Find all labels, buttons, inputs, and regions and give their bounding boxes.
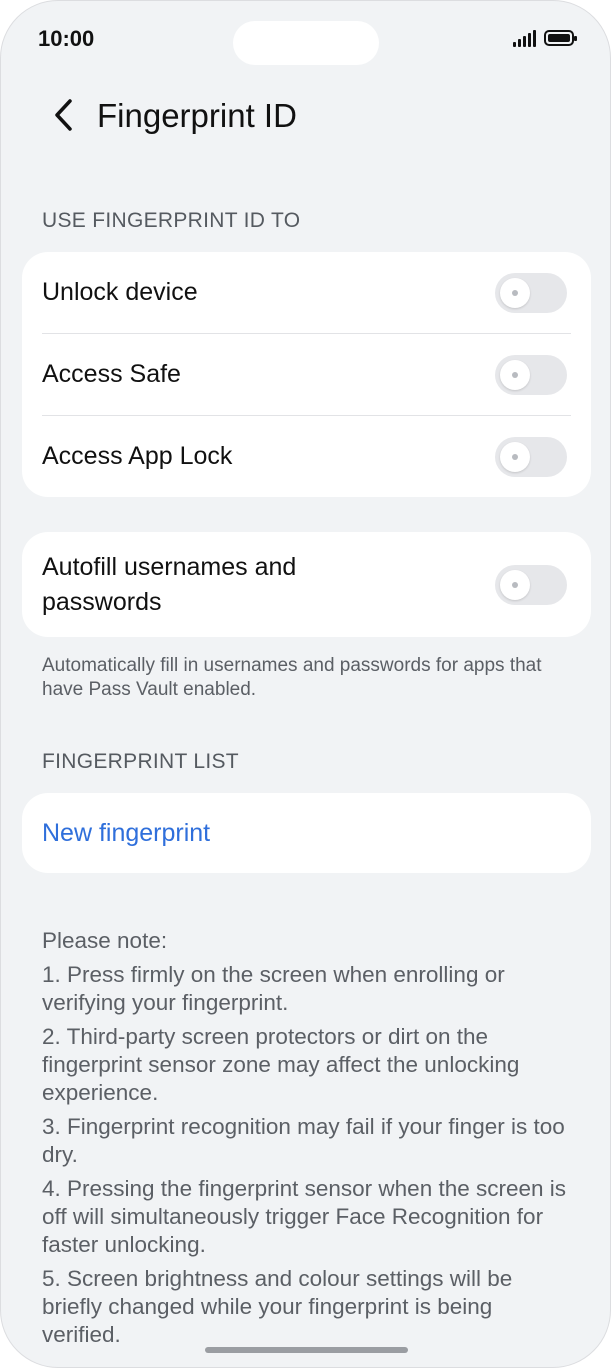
chevron-left-icon bbox=[55, 99, 72, 131]
home-indicator bbox=[205, 1347, 408, 1353]
note-item-4: 4. Pressing the fingerprint sensor when … bbox=[42, 1176, 567, 1257]
camera-island bbox=[233, 21, 379, 65]
use-options-card: Unlock device Access Safe Access App Loc… bbox=[22, 252, 591, 497]
access-app-lock-row[interactable]: Access App Lock bbox=[42, 415, 571, 497]
autofill-label-line1: Autofill usernames and bbox=[42, 552, 297, 581]
autofill-label: Autofill usernames and passwords bbox=[42, 550, 296, 620]
toggle-knob bbox=[500, 441, 530, 472]
access-app-lock-toggle[interactable] bbox=[495, 436, 567, 477]
autofill-card: Autofill usernames and passwords bbox=[22, 532, 591, 637]
unlock-device-row[interactable]: Unlock device bbox=[42, 252, 571, 333]
note-item-2: 2. Third-party screen protectors or dirt… bbox=[42, 1024, 520, 1105]
new-fingerprint-row[interactable]: New fingerprint bbox=[42, 793, 571, 873]
access-safe-toggle[interactable] bbox=[495, 354, 567, 395]
back-button[interactable] bbox=[45, 95, 81, 135]
autofill-label-line2: passwords bbox=[42, 587, 162, 616]
autofill-toggle[interactable] bbox=[495, 564, 567, 605]
note-item-5: 5. Screen brightness and colour settings… bbox=[42, 1266, 513, 1347]
status-icons bbox=[513, 29, 577, 47]
status-time: 10:00 bbox=[38, 26, 95, 51]
toggle-knob bbox=[500, 569, 530, 600]
toggle-knob bbox=[500, 277, 530, 308]
unlock-device-toggle[interactable] bbox=[495, 272, 567, 313]
new-fingerprint-link[interactable]: New fingerprint bbox=[42, 819, 210, 848]
note-item-3: 3. Fingerprint recognition may fail if y… bbox=[42, 1114, 565, 1167]
battery-icon bbox=[544, 30, 577, 46]
fingerprint-list-card: New fingerprint bbox=[22, 793, 591, 873]
signal-icon bbox=[513, 29, 536, 47]
fingerprint-list-label: FINGERPRINT LIST bbox=[42, 750, 239, 773]
autofill-description: Automatically fill in usernames and pass… bbox=[42, 655, 542, 700]
phone-screen: 10:00 Fingerprint ID USE FINGERPRINT ID … bbox=[0, 0, 611, 1368]
unlock-device-label: Unlock device bbox=[42, 278, 198, 306]
notes-block: Please note: 1. Press firmly on the scre… bbox=[42, 927, 572, 1355]
use-section-label: USE FINGERPRINT ID TO bbox=[42, 209, 301, 232]
page-title: Fingerprint ID bbox=[97, 97, 297, 134]
access-safe-row[interactable]: Access Safe bbox=[42, 333, 571, 415]
access-app-lock-label: Access App Lock bbox=[42, 442, 233, 470]
access-safe-label: Access Safe bbox=[42, 360, 181, 388]
autofill-row[interactable]: Autofill usernames and passwords bbox=[42, 532, 571, 637]
toggle-knob bbox=[500, 359, 530, 390]
note-item-1: 1. Press firmly on the screen when enrol… bbox=[42, 962, 505, 1015]
notes-heading: Please note: bbox=[42, 928, 168, 953]
